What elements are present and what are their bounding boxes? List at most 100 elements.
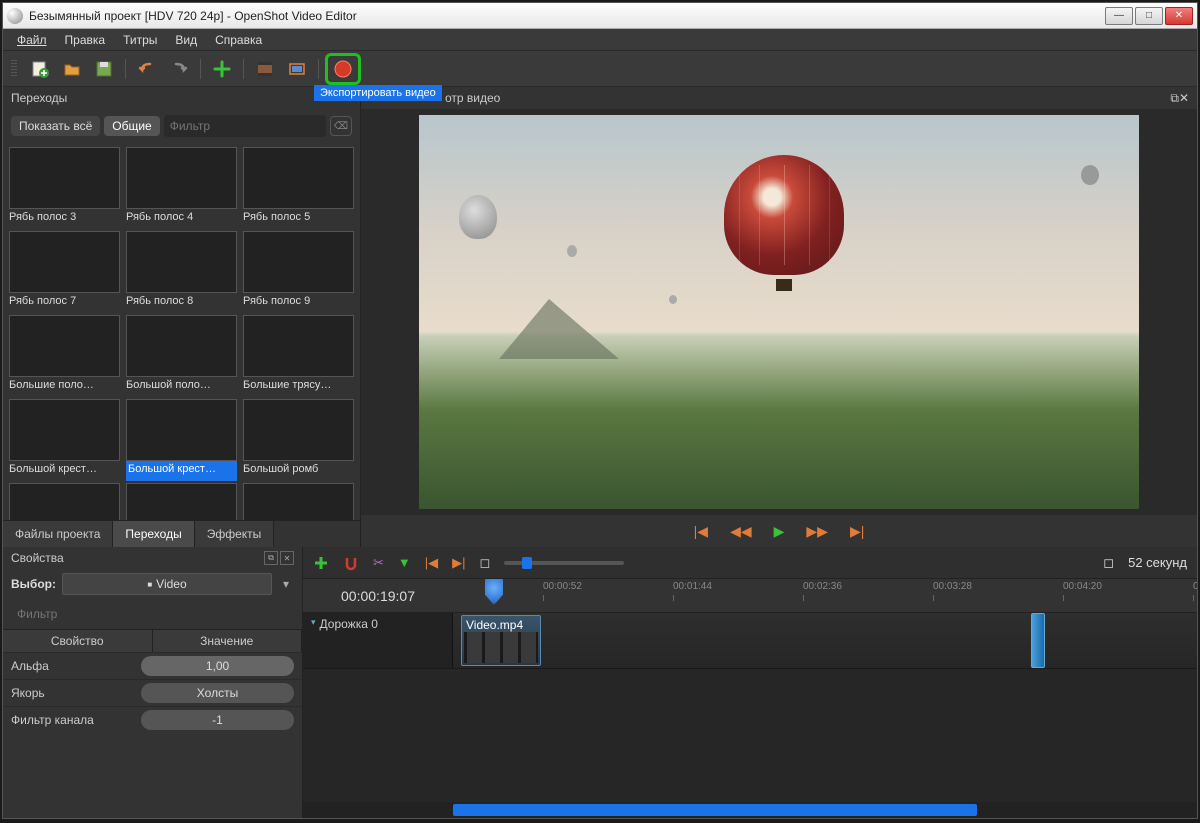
tab-effects[interactable]: Эффекты: [195, 521, 275, 547]
prop-value[interactable]: -1: [141, 710, 294, 730]
fullscreen-button[interactable]: [286, 58, 308, 80]
transition-thumb[interactable]: Рябь полос 7: [9, 231, 120, 313]
add-track-button[interactable]: [313, 555, 329, 571]
open-project-button[interactable]: [61, 58, 83, 80]
transition-thumb[interactable]: Большой поло…: [126, 315, 237, 397]
timeline-ruler[interactable]: 00:00:5200:01:4400:02:3600:03:2800:04:20…: [453, 579, 1197, 612]
transition-thumb[interactable]: Рябь полос 5: [243, 147, 354, 229]
thumb-image: [243, 231, 354, 293]
transition-thumb[interactable]: Рябь полос 3: [9, 147, 120, 229]
export-video-button[interactable]: [332, 58, 354, 80]
transitions-panel-header: Переходы: [3, 87, 360, 109]
menubar: Файл Правка Титры Вид Справка: [3, 29, 1197, 51]
prop-key: Альфа: [3, 653, 133, 679]
zoom-slider[interactable]: [504, 561, 624, 565]
menu-help[interactable]: Справка: [207, 31, 270, 49]
thumb-label: Рябь полос 8: [126, 293, 237, 313]
transition-thumb[interactable]: Большие поло…: [9, 315, 120, 397]
selection-label: Выбор:: [11, 577, 56, 591]
tab-project-files[interactable]: Файлы проекта: [3, 521, 113, 547]
prev-marker-button[interactable]: |◀: [425, 555, 438, 571]
preview-panel-header: x отр видео ⧉ ✕: [361, 87, 1197, 109]
prop-value[interactable]: Холсты: [141, 683, 294, 703]
property-row[interactable]: Фильтр канала-1: [3, 706, 302, 733]
transition-thumb[interactable]: Большой крест…: [126, 399, 237, 481]
fast-forward-button[interactable]: ▶▶: [806, 523, 828, 540]
show-all-chip[interactable]: Показать всё: [11, 116, 100, 136]
clip-end-handle[interactable]: [1031, 613, 1045, 668]
playhead[interactable]: [485, 579, 503, 605]
thumb-label: Большой ромб: [243, 461, 354, 481]
next-marker-button[interactable]: ▶|: [452, 555, 465, 571]
props-close-button[interactable]: ✕: [280, 551, 294, 565]
prop-value[interactable]: 1,00: [141, 656, 294, 676]
menu-file[interactable]: Файл: [9, 31, 55, 49]
undo-button[interactable]: [136, 58, 158, 80]
menu-titles[interactable]: Титры: [115, 31, 165, 49]
transition-thumb[interactable]: [9, 483, 120, 520]
titlebar[interactable]: Безымянный проект [HDV 720 24p] - OpenSh…: [3, 3, 1197, 29]
prop-key: Якорь: [3, 680, 133, 706]
jump-start-button[interactable]: |◀: [694, 523, 708, 540]
transition-thumb[interactable]: Большой ромб: [243, 399, 354, 481]
transition-thumb[interactable]: [126, 483, 237, 520]
timeline-scrollbar[interactable]: [303, 802, 1197, 818]
menu-edit[interactable]: Правка: [57, 31, 114, 49]
props-detach-button[interactable]: ⧉: [264, 551, 278, 565]
transition-thumb[interactable]: Рябь полос 8: [126, 231, 237, 313]
video-clip[interactable]: Video.mp4: [461, 615, 541, 666]
ruler-tick: 00:03:28: [933, 581, 972, 592]
thumb-label: Рябь полос 7: [9, 293, 120, 313]
toolbar-grip[interactable]: [11, 60, 17, 78]
property-row[interactable]: Альфа 1,00: [3, 652, 302, 679]
jump-end-button[interactable]: ▶|: [850, 523, 864, 540]
close-button[interactable]: ✕: [1165, 7, 1193, 25]
col-value[interactable]: Значение: [153, 630, 303, 652]
timeline-tracks[interactable]: Дорожка 0 Video.mp4: [303, 613, 1197, 802]
transition-thumb[interactable]: Рябь полос 9: [243, 231, 354, 313]
timecode-display[interactable]: 00:00:19:07: [303, 579, 453, 612]
thumb-image: [243, 399, 354, 461]
properties-filter-input[interactable]: [11, 603, 294, 625]
play-button[interactable]: ▶: [774, 523, 785, 540]
app-icon: [7, 8, 23, 24]
new-project-button[interactable]: [29, 58, 51, 80]
import-files-button[interactable]: [211, 58, 233, 80]
selection-dropdown[interactable]: Video: [62, 573, 272, 595]
clip-label: Video.mp4: [466, 618, 523, 632]
clear-filter-button[interactable]: ⌫: [330, 116, 352, 136]
export-highlight: [325, 53, 361, 85]
common-chip[interactable]: Общие: [104, 116, 159, 136]
maximize-button[interactable]: □: [1135, 7, 1163, 25]
transition-thumb[interactable]: Большие трясу…: [243, 315, 354, 397]
panel-close-button[interactable]: ✕: [1179, 91, 1189, 105]
minimize-button[interactable]: —: [1105, 7, 1133, 25]
snap-button[interactable]: [343, 555, 359, 571]
video-preview[interactable]: [361, 109, 1197, 515]
rewind-button[interactable]: ◀◀: [730, 523, 752, 540]
profile-button[interactable]: [254, 58, 276, 80]
track-header[interactable]: Дорожка 0: [303, 613, 453, 668]
razor-button[interactable]: ✂: [373, 555, 384, 571]
col-property[interactable]: Свойство: [3, 630, 153, 652]
panel-detach-button[interactable]: ⧉: [1170, 91, 1179, 106]
transitions-filter-input[interactable]: [164, 115, 326, 137]
menu-view[interactable]: Вид: [167, 31, 205, 49]
save-project-button[interactable]: [93, 58, 115, 80]
selection-caret[interactable]: ▾: [278, 577, 294, 591]
transition-thumb[interactable]: Рябь полос 4: [126, 147, 237, 229]
property-row[interactable]: Якорь Холсты: [3, 679, 302, 706]
marker-button[interactable]: ▼: [398, 555, 411, 570]
center-playhead-button[interactable]: ◻: [480, 555, 491, 571]
transition-thumb[interactable]: Большой крест…: [9, 399, 120, 481]
thumb-label: Большой крест…: [9, 461, 120, 481]
properties-table: Свойство Значение Альфа 1,00 Якорь Холсты Фи…: [3, 629, 302, 733]
redo-button[interactable]: [168, 58, 190, 80]
thumb-label: Большие поло…: [9, 377, 120, 397]
tab-transitions[interactable]: Переходы: [113, 521, 194, 547]
properties-panel-header: Свойства ⧉ ✕: [3, 547, 302, 569]
playback-controls: |◀ ◀◀ ▶ ▶▶ ▶|: [361, 515, 1197, 547]
timeline-duration: 52 секунд: [1128, 555, 1187, 570]
transitions-title: Переходы: [11, 91, 67, 105]
transition-thumb[interactable]: [243, 483, 354, 520]
